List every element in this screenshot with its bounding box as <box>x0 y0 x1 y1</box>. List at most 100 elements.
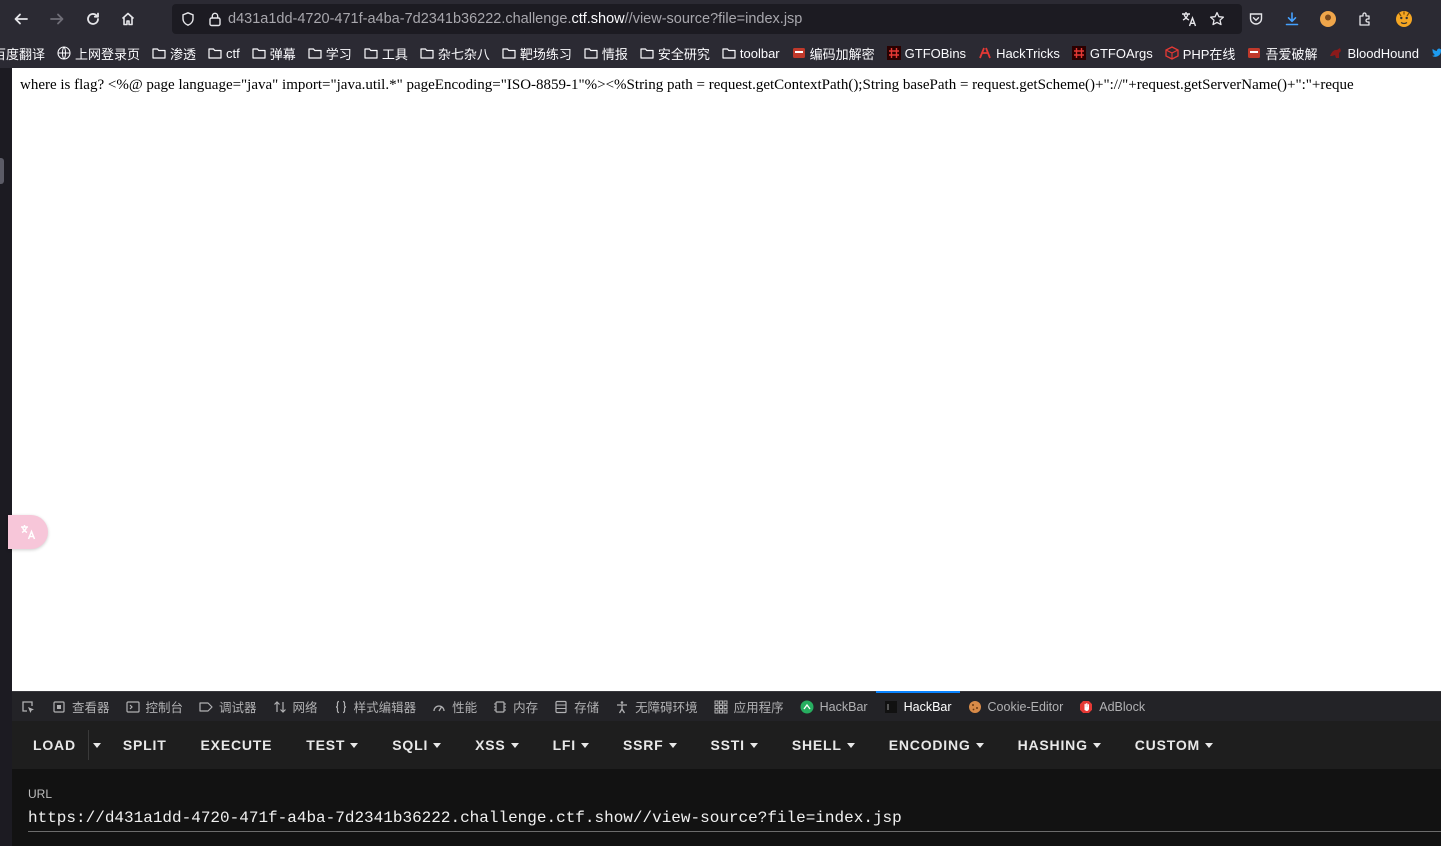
bookmark-item[interactable]: 吾爱破解 <box>1247 44 1317 63</box>
hackbar-menu-test[interactable]: TEST <box>289 721 375 769</box>
devtools-tab-label: 无障碍环境 <box>635 701 698 715</box>
bookmark-label: 百度翻译 <box>0 46 46 62</box>
downloads-button[interactable] <box>1278 0 1306 38</box>
cube-icon <box>1165 46 1179 60</box>
sidebar-gutter <box>0 68 12 846</box>
devtools-tab--7[interactable]: 存储 <box>546 692 607 721</box>
devtools-tab--1[interactable]: 控制台 <box>118 692 192 721</box>
bookmark-item[interactable]: 渗透 <box>152 44 196 63</box>
hackbar-menu-sqli[interactable]: SQLI <box>375 721 458 769</box>
bookmark-label: 弹幕 <box>269 46 296 62</box>
translate-page-button[interactable] <box>1175 0 1203 38</box>
hackbar-menu-label: SQLI <box>392 737 429 753</box>
bookmark-item[interactable]: HackTricks <box>978 46 1060 61</box>
reload-button[interactable] <box>75 0 111 38</box>
home-button[interactable] <box>110 0 146 38</box>
caret-down-icon <box>93 742 102 748</box>
devtools-tab-label: HackBar <box>819 699 868 714</box>
tiger-extension-button[interactable] <box>1390 0 1418 38</box>
address-bar[interactable]: d431a1dd-4720-471f-a4ba-7d2341b36222.cha… <box>172 4 1242 34</box>
hackbar-menu-xss[interactable]: XSS <box>458 721 535 769</box>
bookmark-item[interactable]: 情报 <box>584 44 628 63</box>
bookmark-label: 杂七杂八 <box>437 46 490 62</box>
url-field[interactable]: https://d431a1dd-4720-471f-a4ba-7d2341b3… <box>28 809 902 827</box>
floating-translate-button[interactable] <box>8 515 48 549</box>
bookmark-item[interactable]: 学习 <box>308 44 352 63</box>
bookmark-item[interactable]: 工具 <box>364 44 408 63</box>
bookmark-label: 渗透 <box>170 46 197 62</box>
devtools-tab--2[interactable]: 调试器 <box>191 692 265 721</box>
hackbar-menu-ssrf[interactable]: SSRF <box>606 721 694 769</box>
bookmark-item[interactable]: 百度翻译 <box>0 44 45 63</box>
page-content: where is flag? <%@ page language="java" … <box>12 68 1441 691</box>
split-button[interactable]: SPLIT <box>106 721 184 769</box>
arrow-right-icon <box>50 13 64 25</box>
hackbar-menu-label: SSTI <box>710 737 745 753</box>
bookmark-item[interactable]: 安全研究 <box>640 44 710 63</box>
load-options-button[interactable] <box>87 730 106 760</box>
hackbar-menu-shell[interactable]: SHELL <box>775 721 872 769</box>
hackbar-menu-custom[interactable]: CUSTOM <box>1118 721 1230 769</box>
bookmark-item[interactable]: GTFOBins <box>886 46 966 61</box>
site-icon <box>1247 46 1261 60</box>
sidebar-toggle-tab[interactable] <box>0 158 4 184</box>
devtools-tab--6[interactable]: 内存 <box>485 692 546 721</box>
devtools-tab--5[interactable]: 性能 <box>424 692 485 721</box>
bookmark-item[interactable]: 靶场练习 <box>502 44 572 63</box>
devtools-tab--0[interactable]: 查看器 <box>44 692 118 721</box>
devtools-tab-adblock[interactable]: AdBlock <box>1071 692 1153 721</box>
hackbar-menu-encoding[interactable]: ENCODING <box>872 721 1001 769</box>
devtools-tab-hackbar[interactable]: HackBar <box>875 691 960 721</box>
bookmark-item[interactable]: 上网登录页 <box>57 44 140 63</box>
bookmark-item[interactable]: ctf <box>208 46 240 61</box>
url-field-underline <box>28 831 1441 832</box>
caret-down-icon <box>580 742 589 748</box>
forward-button[interactable] <box>39 0 75 38</box>
url-path: //view-source?file=index.jsp <box>624 11 803 27</box>
bookmark-item[interactable]: GTFOArgs <box>1071 46 1153 61</box>
devtools-tab--8[interactable]: 无障碍环境 <box>607 692 706 721</box>
extensions-button[interactable] <box>1351 0 1379 38</box>
devtools-tab--4[interactable]: 样式编辑器 <box>326 692 425 721</box>
bookmark-item[interactable]: BloodHound <box>1329 46 1419 61</box>
profile-avatar-button[interactable] <box>1314 0 1342 38</box>
devtools-tab-hackbar[interactable]: HackBar <box>792 692 876 721</box>
execute-button[interactable]: EXECUTE <box>184 721 290 769</box>
bookmark-item[interactable]: 编码加解密 <box>792 44 875 63</box>
load-button[interactable]: LOAD <box>12 721 88 769</box>
bird-icon[interactable] <box>1431 47 1441 59</box>
devtools-tab--3[interactable]: 网络 <box>265 692 326 721</box>
bookmark-star-button[interactable] <box>1203 0 1231 38</box>
bookmark-item[interactable]: PHP在线 <box>1165 44 1235 63</box>
devtools-tab-cookie-editor[interactable]: Cookie-Editor <box>960 692 1072 721</box>
caret-down-icon <box>668 742 677 748</box>
devtools-tab-label: 内存 <box>513 701 539 715</box>
bookmark-item[interactable]: 弹幕 <box>252 44 296 63</box>
hackbar-menu-label: ENCODING <box>888 737 971 753</box>
hackbar-menu-ssti[interactable]: SSTI <box>694 721 775 769</box>
bookmark-item[interactable]: toolbar <box>722 46 780 61</box>
url-text[interactable]: d431a1dd-4720-471f-a4ba-7d2341b36222.cha… <box>228 11 802 27</box>
bookmark-item[interactable]: 杂七杂八 <box>420 44 490 63</box>
translate-icon <box>1182 12 1197 27</box>
shield-icon[interactable] <box>180 11 196 27</box>
browser-window: d431a1dd-4720-471f-a4ba-7d2341b36222.cha… <box>0 0 1441 846</box>
caret-down-icon <box>975 742 984 748</box>
element-picker-button[interactable] <box>12 692 44 721</box>
lock-icon[interactable] <box>208 11 222 27</box>
bookmark-label: 安全研究 <box>657 46 710 62</box>
devtools-tab-label: HackBar <box>903 699 952 714</box>
back-button[interactable] <box>3 0 39 38</box>
hackbar-menu-label: LFI <box>552 737 576 753</box>
devtools-tab--9[interactable]: 应用程序 <box>706 692 792 721</box>
hackbar-menu-hashing[interactable]: HASHING <box>1001 721 1118 769</box>
pocket-button[interactable] <box>1242 0 1270 38</box>
hackbar-dark-icon <box>884 700 898 714</box>
devtools-tab-strip: 查看器 控制台 调试器 网络 样式编辑器 性能 内存 存储 无障碍环境 应用程序 HackBar Ha… <box>12 691 1441 721</box>
devtools-tab-label: 样式编辑器 <box>353 701 417 715</box>
hackbar-menu-lfi[interactable]: LFI <box>536 721 606 769</box>
hackbar-menu-label: SSRF <box>622 737 664 753</box>
devtools-tab-label: 存储 <box>574 701 600 715</box>
devtools-tab-label: 控制台 <box>145 701 184 715</box>
bookmark-label: 上网登录页 <box>75 46 141 62</box>
